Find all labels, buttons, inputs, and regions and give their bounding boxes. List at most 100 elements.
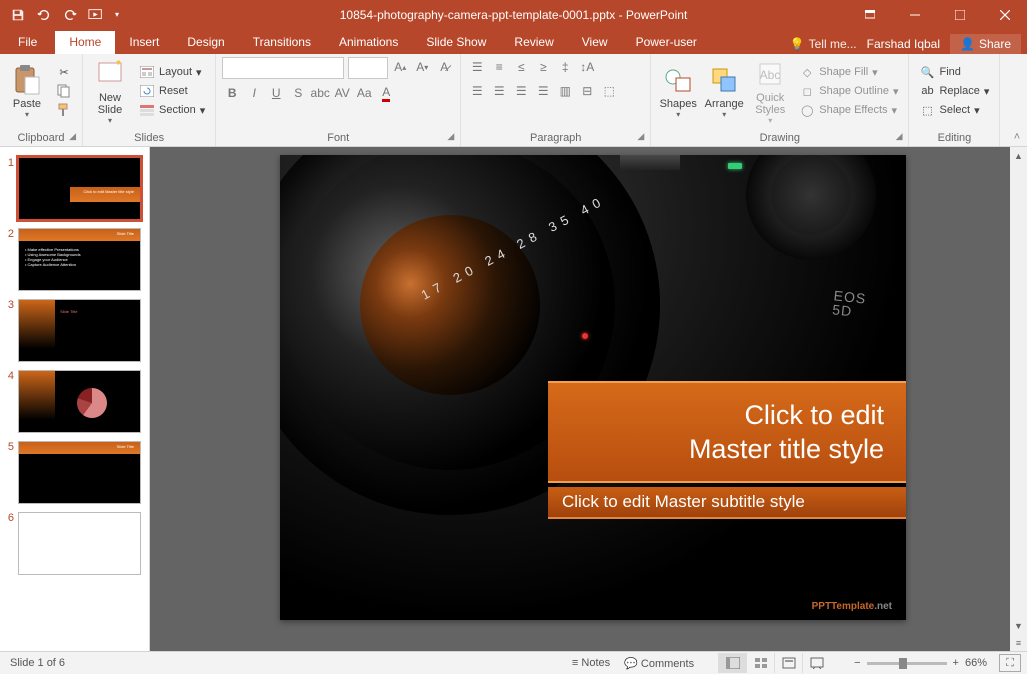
section-button[interactable]: Section ▾ xyxy=(135,101,209,119)
tab-file[interactable]: File xyxy=(0,31,55,54)
smartart-button[interactable]: ⬚ xyxy=(599,81,619,101)
replace-button[interactable]: abReplace ▾ xyxy=(915,82,993,100)
notes-button[interactable]: ≡ Notes xyxy=(572,657,610,669)
align-left-button[interactable]: ☰ xyxy=(467,81,487,101)
increase-font-icon[interactable]: A▴ xyxy=(390,57,410,77)
italic-button[interactable]: I xyxy=(244,83,264,103)
slide-canvas[interactable]: 17 20 24 28 35 40 EOS 5D Click to edit M… xyxy=(280,155,906,620)
shape-outline-button[interactable]: ◻Shape Outline ▾ xyxy=(795,82,902,100)
tab-power-user[interactable]: Power-user xyxy=(622,31,711,54)
vertical-scrollbar[interactable]: ▲ ▼ ≡ xyxy=(1010,147,1027,651)
char-spacing-button[interactable]: AV xyxy=(332,83,352,103)
comments-button[interactable]: 💬 Comments xyxy=(624,657,694,670)
zoom-out-icon[interactable]: − xyxy=(854,657,860,669)
slide-counter[interactable]: Slide 1 of 6 xyxy=(6,657,65,669)
save-icon[interactable] xyxy=(6,3,30,27)
font-color-button[interactable]: A xyxy=(376,83,396,103)
share-button[interactable]: 👤 Share xyxy=(950,34,1021,54)
layout-button[interactable]: Layout ▾ xyxy=(135,63,209,81)
normal-view-icon[interactable] xyxy=(718,653,746,673)
select-button[interactable]: ⬚Select ▾ xyxy=(915,101,993,119)
slide-sorter-view-icon[interactable] xyxy=(746,653,774,673)
columns-button[interactable]: ▥ xyxy=(555,81,575,101)
start-from-beginning-icon[interactable] xyxy=(84,3,108,27)
tab-review[interactable]: Review xyxy=(500,31,567,54)
underline-button[interactable]: U xyxy=(266,83,286,103)
dialog-launcher-icon[interactable]: ◢ xyxy=(637,131,644,142)
cut-button[interactable]: ✂ xyxy=(52,63,76,81)
increase-indent-button[interactable]: ≥ xyxy=(533,57,553,77)
tab-view[interactable]: View xyxy=(568,31,622,54)
reading-view-icon[interactable] xyxy=(774,653,802,673)
decrease-font-icon[interactable]: A▾ xyxy=(412,57,432,77)
tell-me-input[interactable]: 💡 Tell me... xyxy=(790,37,857,51)
next-slide-icon[interactable]: ≡ xyxy=(1010,634,1027,651)
minimize-icon[interactable] xyxy=(892,0,937,29)
ribbon-display-options-icon[interactable] xyxy=(847,0,892,29)
align-right-button[interactable]: ☰ xyxy=(511,81,531,101)
thumbnail-3[interactable]: 3Slide Title xyxy=(0,295,149,366)
tab-insert[interactable]: Insert xyxy=(115,31,173,54)
shape-fill-button[interactable]: ◇Shape Fill ▾ xyxy=(795,63,902,81)
copy-button[interactable] xyxy=(52,82,76,100)
window-title: 10854-photography-camera-ppt-template-00… xyxy=(340,8,688,22)
tab-transitions[interactable]: Transitions xyxy=(239,31,325,54)
paste-button[interactable]: Paste▾ xyxy=(6,57,48,125)
slide-editor[interactable]: 17 20 24 28 35 40 EOS 5D Click to edit M… xyxy=(150,147,1027,651)
decrease-indent-button[interactable]: ≤ xyxy=(511,57,531,77)
font-name-combo[interactable] xyxy=(222,57,344,79)
zoom-percent[interactable]: 66% xyxy=(965,657,987,669)
font-size-combo[interactable] xyxy=(348,57,388,79)
slideshow-view-icon[interactable] xyxy=(802,653,830,673)
tab-home[interactable]: Home xyxy=(55,31,115,54)
zoom-slider[interactable] xyxy=(867,662,947,665)
change-case-button[interactable]: Aa xyxy=(354,83,374,103)
fit-to-window-icon[interactable]: ⛶ xyxy=(999,654,1021,672)
dialog-launcher-icon[interactable]: ◢ xyxy=(896,131,903,142)
maximize-icon[interactable] xyxy=(937,0,982,29)
zoom-control[interactable]: − + 66% ⛶ xyxy=(854,654,1021,672)
tab-animations[interactable]: Animations xyxy=(325,31,412,54)
thumbnail-5[interactable]: 5Slide Title xyxy=(0,437,149,508)
title-placeholder[interactable]: Click to edit Master title style xyxy=(548,381,906,483)
collapse-ribbon-icon[interactable]: ˄ xyxy=(1007,54,1027,146)
user-name[interactable]: Farshad Iqbal xyxy=(867,37,940,51)
align-center-button[interactable]: ☰ xyxy=(489,81,509,101)
align-text-button[interactable]: ⊟ xyxy=(577,81,597,101)
shape-effects-button[interactable]: ◯Shape Effects ▾ xyxy=(795,101,902,119)
justify-button[interactable]: ☰ xyxy=(533,81,553,101)
scroll-up-icon[interactable]: ▲ xyxy=(1010,147,1027,164)
qat-customize-icon[interactable]: ▾ xyxy=(110,3,124,27)
reset-button[interactable]: Reset xyxy=(135,82,209,100)
redo-icon[interactable] xyxy=(58,3,82,27)
group-slides: New Slide▾ Layout ▾ Reset Section ▾ Slid… xyxy=(83,54,216,146)
zoom-in-icon[interactable]: + xyxy=(953,657,959,669)
thumbnail-2[interactable]: 2Slide Title• Make effective Presentatio… xyxy=(0,224,149,295)
undo-icon[interactable] xyxy=(32,3,56,27)
quick-styles-button[interactable]: AbcQuick Styles▾ xyxy=(749,57,791,125)
close-icon[interactable] xyxy=(982,0,1027,29)
bold-button[interactable]: B xyxy=(222,83,242,103)
slide-thumbnail-panel[interactable]: 1Click to edit Master title style 2Slide… xyxy=(0,147,150,651)
shapes-button[interactable]: Shapes▾ xyxy=(657,57,699,125)
tab-design[interactable]: Design xyxy=(173,31,238,54)
bullets-button[interactable]: ☰ xyxy=(467,57,487,77)
scroll-down-icon[interactable]: ▼ xyxy=(1010,617,1027,634)
thumbnail-6[interactable]: 6 xyxy=(0,508,149,579)
format-painter-button[interactable] xyxy=(52,101,76,119)
line-spacing-button[interactable]: ‡ xyxy=(555,57,575,77)
numbering-button[interactable]: ≡ xyxy=(489,57,509,77)
clear-formatting-icon[interactable]: A̷ xyxy=(434,57,454,77)
find-button[interactable]: 🔍Find xyxy=(915,63,993,81)
dialog-launcher-icon[interactable]: ◢ xyxy=(447,131,454,142)
thumbnail-4[interactable]: 4 xyxy=(0,366,149,437)
text-direction-button[interactable]: ↕A xyxy=(577,57,597,77)
dialog-launcher-icon[interactable]: ◢ xyxy=(69,131,76,142)
subtitle-placeholder[interactable]: Click to edit Master subtitle style xyxy=(548,487,906,519)
arrange-button[interactable]: Arrange▾ xyxy=(703,57,745,125)
thumbnail-1[interactable]: 1Click to edit Master title style xyxy=(0,153,149,224)
strike-button[interactable]: S xyxy=(288,83,308,103)
shadow-button[interactable]: abc xyxy=(310,83,330,103)
new-slide-button[interactable]: New Slide▾ xyxy=(89,57,131,125)
tab-slideshow[interactable]: Slide Show xyxy=(412,31,500,54)
